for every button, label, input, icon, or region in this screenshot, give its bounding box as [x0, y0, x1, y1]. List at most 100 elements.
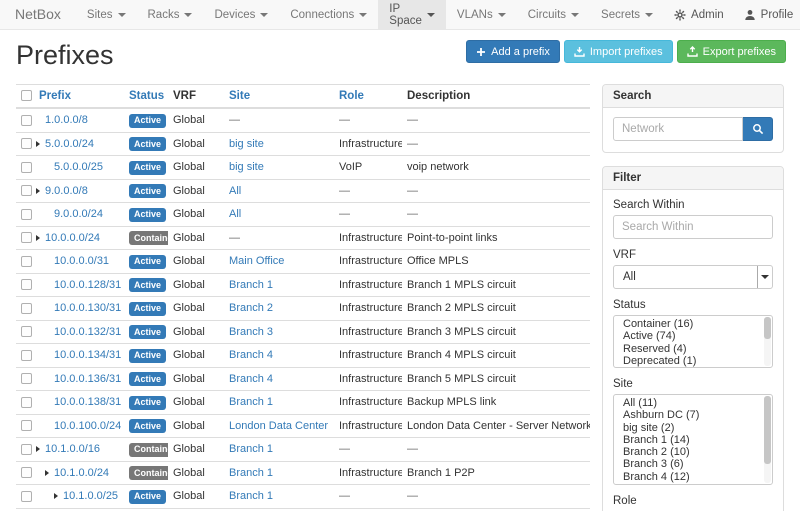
site-link[interactable]: Branch 2	[229, 302, 273, 314]
table-row: 10.0.0.128/31ActiveGlobalBranch 1Infrast…	[16, 273, 590, 297]
site-option[interactable]: Branch 5 (7)	[614, 483, 762, 485]
vrf-value: Global	[173, 279, 205, 291]
brand-logo[interactable]: NetBox	[0, 0, 76, 29]
nav-item-label: Circuits	[528, 9, 566, 21]
status-option[interactable]: Container (16)	[614, 318, 762, 330]
sort-role[interactable]: Role	[339, 90, 364, 102]
status-option[interactable]: Reserved (4)	[614, 343, 762, 355]
row-checkbox[interactable]	[21, 303, 32, 314]
site-link[interactable]: big site	[229, 161, 264, 173]
prefix-link[interactable]: 10.0.0.134/31	[54, 349, 121, 361]
site-link[interactable]: Branch 1	[229, 396, 273, 408]
import-prefixes-button[interactable]: Import prefixes	[564, 40, 673, 63]
site-empty: —	[229, 232, 240, 244]
prefix-link[interactable]: 10.1.0.0/16	[45, 443, 100, 455]
add-prefix-button[interactable]: Add a prefix	[466, 40, 560, 63]
row-checkbox[interactable]	[21, 491, 32, 502]
scrollbar[interactable]	[764, 317, 771, 366]
site-link[interactable]: Branch 1	[229, 279, 273, 291]
nav-item-ip-space[interactable]: IP Space	[378, 0, 446, 29]
row-checkbox[interactable]	[21, 279, 32, 290]
prefix-link[interactable]: 5.0.0.0/25	[54, 161, 103, 173]
site-link[interactable]: Branch 1	[229, 467, 273, 479]
site-option[interactable]: big site (2)	[614, 422, 762, 434]
row-checkbox[interactable]	[21, 397, 32, 408]
site-link[interactable]: All	[229, 185, 241, 197]
sort-status[interactable]: Status	[129, 90, 164, 102]
row-checkbox[interactable]	[21, 467, 32, 478]
profile-link[interactable]: Profile	[734, 0, 800, 29]
row-checkbox[interactable]	[21, 256, 32, 267]
nav-item-vlans[interactable]: VLANs	[446, 0, 517, 29]
site-option[interactable]: Branch 1 (14)	[614, 434, 762, 446]
prefix-link[interactable]: 10.0.0.130/31	[54, 302, 121, 314]
site-option[interactable]: Branch 3 (6)	[614, 458, 762, 470]
status-badge: Active	[129, 302, 166, 316]
prefix-link[interactable]: 10.0.0.136/31	[54, 373, 121, 385]
prefix-link[interactable]: 9.0.0.0/8	[45, 185, 88, 197]
prefix-link[interactable]: 5.0.0.0/24	[45, 138, 94, 150]
prefix-link[interactable]: 1.0.0.0/8	[45, 114, 88, 126]
row-checkbox[interactable]	[21, 115, 32, 126]
site-link[interactable]: Branch 1	[229, 443, 273, 455]
row-checkbox[interactable]	[21, 209, 32, 220]
admin-link[interactable]: Admin	[664, 0, 734, 29]
nav-item-racks[interactable]: Racks	[137, 0, 204, 29]
row-checkbox[interactable]	[21, 373, 32, 384]
prefix-link[interactable]: 10.0.0.128/31	[54, 279, 121, 291]
row-checkbox[interactable]	[21, 444, 32, 455]
site-link[interactable]: big site	[229, 138, 264, 150]
row-checkbox[interactable]	[21, 162, 32, 173]
prefix-link[interactable]: 9.0.0.0/24	[54, 208, 103, 220]
nav-item-label: IP Space	[389, 3, 422, 27]
search-button[interactable]	[743, 117, 773, 141]
vrf-select[interactable]: All	[613, 265, 773, 289]
search-input[interactable]	[613, 117, 743, 141]
description-value: voip network	[407, 161, 469, 173]
nav-item-devices[interactable]: Devices	[203, 0, 279, 29]
status-badge: Active	[129, 208, 166, 222]
row-checkbox[interactable]	[21, 185, 32, 196]
site-option[interactable]: Branch 4 (12)	[614, 471, 762, 483]
select-all-checkbox[interactable]	[21, 90, 32, 101]
prefix-link[interactable]: 10.0.0.0/24	[45, 232, 100, 244]
nav-item-circuits[interactable]: Circuits	[517, 0, 590, 29]
site-listbox[interactable]: All (11)Ashburn DC (7)big site (2)Branch…	[613, 394, 773, 485]
status-option[interactable]: Deprecated (1)	[614, 355, 762, 367]
site-link[interactable]: Branch 1	[229, 490, 273, 502]
chevron-down-icon	[427, 13, 435, 17]
row-checkbox[interactable]	[21, 420, 32, 431]
prefix-link[interactable]: 10.1.0.0/25	[63, 490, 118, 502]
prefix-link[interactable]: 10.0.0.132/31	[54, 326, 121, 338]
prefix-link[interactable]: 10.1.0.0/24	[54, 467, 109, 479]
site-link[interactable]: Branch 3	[229, 326, 273, 338]
sort-site[interactable]: Site	[229, 90, 250, 102]
prefix-link[interactable]: 10.0.0.0/31	[54, 255, 109, 267]
site-link[interactable]: London Data Center	[229, 420, 328, 432]
status-listbox[interactable]: Container (16)Active (74)Reserved (4)Dep…	[613, 315, 773, 368]
search-within-input[interactable]	[613, 215, 773, 239]
row-checkbox[interactable]	[21, 138, 32, 149]
row-checkbox[interactable]	[21, 232, 32, 243]
vrf-value: Global	[173, 138, 205, 150]
prefix-link[interactable]: 10.0.0.138/31	[54, 396, 121, 408]
site-link[interactable]: Branch 4	[229, 349, 273, 361]
role-value: Infrastructure	[339, 255, 402, 267]
sort-prefix[interactable]: Prefix	[39, 90, 71, 102]
prefix-link[interactable]: 10.0.100.0/24	[54, 420, 121, 432]
nav-item-connections[interactable]: Connections	[279, 0, 378, 29]
site-option[interactable]: Branch 2 (10)	[614, 446, 762, 458]
status-option[interactable]: Active (74)	[614, 330, 762, 342]
site-option[interactable]: Ashburn DC (7)	[614, 409, 762, 421]
site-link[interactable]: Main Office	[229, 255, 284, 267]
nav-item-secrets[interactable]: Secrets	[590, 0, 664, 29]
site-option[interactable]: All (11)	[614, 397, 762, 409]
row-checkbox[interactable]	[21, 326, 32, 337]
nav-item-sites[interactable]: Sites	[76, 0, 137, 29]
site-link[interactable]: All	[229, 208, 241, 220]
table-row: 9.0.0.0/8ActiveGlobalAll——	[16, 179, 590, 203]
site-link[interactable]: Branch 4	[229, 373, 273, 385]
scrollbar[interactable]	[764, 396, 771, 483]
row-checkbox[interactable]	[21, 350, 32, 361]
export-prefixes-button[interactable]: Export prefixes	[677, 40, 786, 63]
